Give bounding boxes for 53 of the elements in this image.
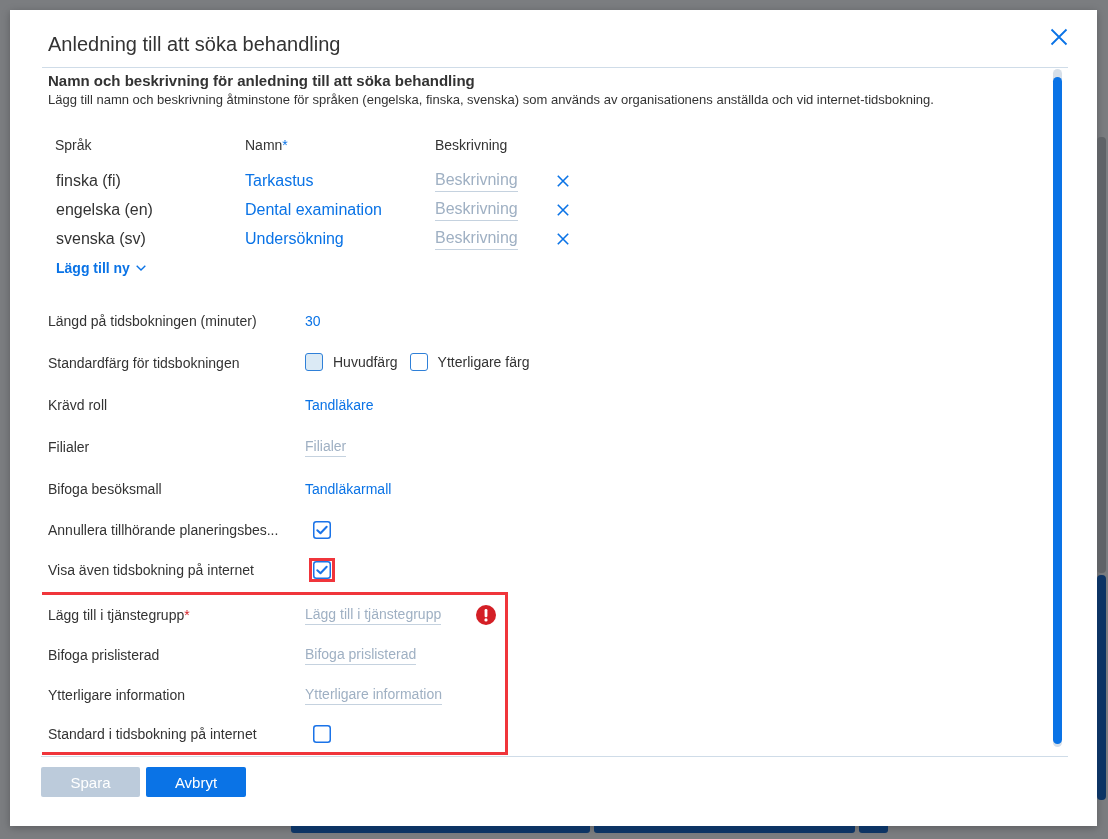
name-value[interactable]: Dental examination bbox=[245, 200, 435, 219]
description-field[interactable]: Beskrivning bbox=[435, 227, 518, 250]
column-header: Språk bbox=[55, 137, 92, 153]
remove-button[interactable] bbox=[557, 232, 569, 245]
name-value[interactable]: Undersökning bbox=[245, 229, 435, 248]
field-label: Standardfärg för tidsbokningen bbox=[48, 355, 240, 371]
chevron-down-icon bbox=[135, 264, 146, 271]
field-label: Filialer bbox=[48, 439, 90, 455]
section-heading: Namn och beskrivning för anledning till att söka behandling bbox=[48, 72, 476, 90]
input-field[interactable]: Ytterligare information bbox=[305, 685, 442, 705]
language-name: finska (fi) bbox=[56, 171, 122, 190]
field-label: Krävd roll bbox=[48, 397, 108, 413]
field-label: Standard i tidsbokning på internet bbox=[48, 725, 257, 742]
field-label: Bifoga besöksmall bbox=[48, 481, 162, 497]
swatch-icon[interactable] bbox=[409, 352, 428, 371]
description-field[interactable]: Beskrivning bbox=[435, 169, 518, 192]
field-value[interactable]: 30 bbox=[305, 313, 321, 329]
language-name: svenska (sv) bbox=[56, 229, 147, 248]
name-value[interactable]: Tarkastus bbox=[245, 171, 435, 190]
swatch-label: Huvudfärg bbox=[333, 353, 398, 370]
field-label: Ytterligare information bbox=[48, 687, 185, 703]
dialog-title: Anledning till att söka behandling bbox=[48, 32, 341, 56]
required-asterisk: * bbox=[184, 607, 190, 623]
checkbox[interactable] bbox=[313, 521, 331, 539]
field-label: Längd på tidsbokningen (minuter) bbox=[48, 313, 257, 329]
field-label: Annullera tillhörande planeringsbes... bbox=[48, 522, 279, 538]
required-asterisk: * bbox=[282, 137, 288, 153]
swatch-label: Ytterligare färg bbox=[437, 353, 530, 370]
cross-icon bbox=[557, 203, 569, 216]
section-description: Lägg till namn och beskrivning åtminstone för språken (engelska, finska, svenska) som används av organisationens anställda och vid internet-tidsbokning. bbox=[48, 92, 935, 108]
cross-icon bbox=[557, 232, 569, 245]
checkbox[interactable] bbox=[313, 724, 331, 743]
close-button[interactable] bbox=[1050, 28, 1068, 46]
column-header: Namn bbox=[245, 137, 283, 153]
column-header: Beskrivning bbox=[435, 137, 508, 153]
background-bar bbox=[859, 826, 888, 833]
close-icon bbox=[1050, 28, 1068, 46]
field-value[interactable]: Tandläkarmall bbox=[305, 481, 392, 497]
input-field[interactable]: Bifoga prislisterad bbox=[305, 645, 417, 665]
description-field[interactable]: Beskrivning bbox=[435, 198, 518, 221]
cross-icon bbox=[557, 174, 569, 187]
field-value[interactable]: Tandläkare bbox=[305, 397, 374, 413]
field-label: Visa även tidsbokning på internet bbox=[48, 562, 254, 578]
input-field[interactable]: Filialer bbox=[305, 437, 347, 457]
input-field[interactable]: Lägg till i tjänstegrupp bbox=[305, 605, 442, 625]
swatch-icon[interactable] bbox=[305, 352, 323, 371]
field-label: Bifoga prislisterad bbox=[48, 647, 160, 663]
remove-button[interactable] bbox=[557, 203, 569, 216]
dialog-button[interactable]: Avbryt bbox=[146, 767, 246, 797]
add-language-button[interactable]: Lägg till ny bbox=[56, 253, 146, 282]
field-label: Lägg till i tjänstegrupp bbox=[48, 607, 185, 623]
language-name: engelska (en) bbox=[56, 200, 154, 219]
remove-button[interactable] bbox=[557, 174, 569, 187]
